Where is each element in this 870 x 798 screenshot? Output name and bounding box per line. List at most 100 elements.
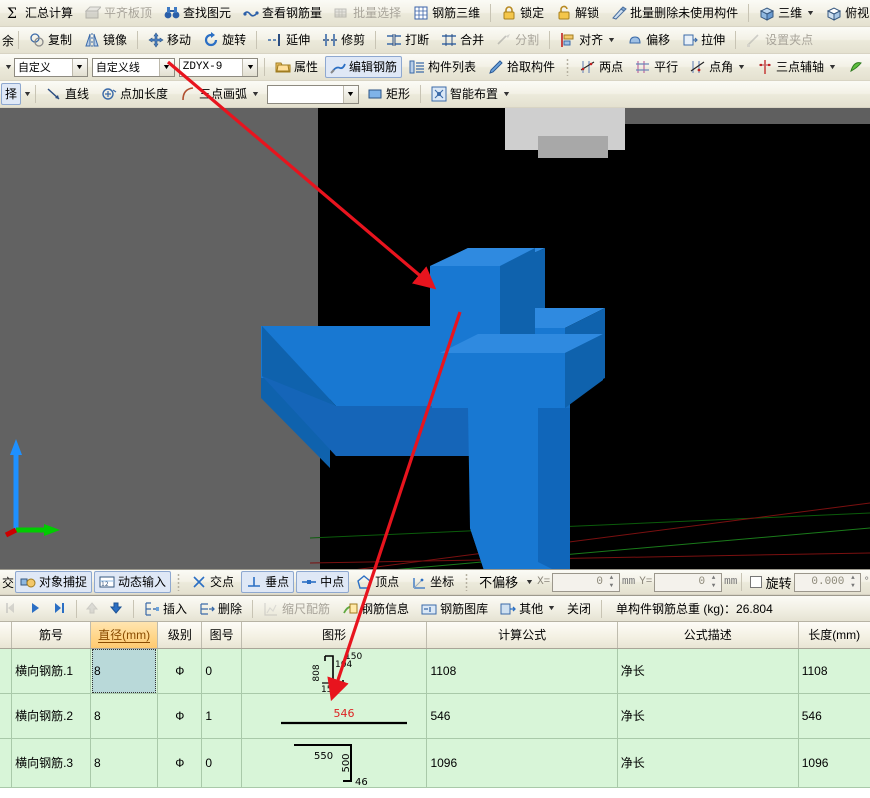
status-item-vertex[interactable]: 顶点 xyxy=(351,571,404,593)
toolbar-item-find-element[interactable]: 查找图元 xyxy=(159,2,236,24)
table-row[interactable]: 横向钢筋.2 8 Ф 1 546 546 净长 546 1 xyxy=(0,693,870,738)
cell-jibie[interactable]: Ф xyxy=(158,648,202,693)
toolbar-item-unlock[interactable]: 解锁 xyxy=(551,2,604,24)
toolbar-item-three-point-aux[interactable]: 三点辅轴 ▼ xyxy=(752,56,841,78)
toolbar-item-point-angle[interactable]: 点角 ▼ xyxy=(685,56,750,78)
status-item-intersection[interactable]: 交点 xyxy=(186,571,239,593)
draw-toolbar-left-partial[interactable]: 择 xyxy=(1,83,21,105)
status-item-midpoint[interactable]: 中点 xyxy=(296,571,349,593)
toolbar-item-rectangle[interactable]: 矩形 xyxy=(362,83,415,105)
rebar-library-button[interactable]: 钢筋图库 xyxy=(416,598,493,620)
status-item-coordinate[interactable]: 坐标 xyxy=(406,571,459,593)
offset-mode-label[interactable]: 不偏移 xyxy=(474,571,523,593)
move-up-button[interactable] xyxy=(82,598,104,620)
toolbar-item-merge[interactable]: 合并 xyxy=(436,29,489,51)
cell-jibie[interactable]: Ф xyxy=(158,738,202,787)
toolbar-item-point-plus-length[interactable]: 点加长度 xyxy=(96,83,173,105)
cell-shape-straight[interactable]: 546 xyxy=(241,693,427,738)
toolbar-item-top-view[interactable]: 俯视 ▼ xyxy=(821,2,870,24)
column-header-zhijing[interactable]: 直径(mm) xyxy=(90,622,157,648)
cell-changdu[interactable]: 1108 xyxy=(798,648,870,693)
y-coord-input[interactable]: 0 ▲▼ xyxy=(654,573,722,592)
cell-tuhao[interactable]: 0 xyxy=(202,648,241,693)
toolbar-item-align-slab-top[interactable]: 平齐板顶 xyxy=(80,2,157,24)
toolbar-item-trim[interactable]: 修剪 xyxy=(317,29,370,51)
chevron-down-icon[interactable]: ▼ xyxy=(4,64,13,71)
rotate-checkbox[interactable] xyxy=(750,576,761,588)
rebar-delete-button[interactable]: 删除 xyxy=(194,598,247,620)
chevron-down-icon[interactable]: ▼ xyxy=(607,37,616,44)
custom-line-combo[interactable]: 自定义线 ▼ xyxy=(92,58,175,77)
toolbar-item-two-point[interactable]: 两点 xyxy=(575,56,628,78)
toolbar-item-split[interactable]: 分割 xyxy=(491,29,544,51)
cell-jisuan[interactable]: 1096 xyxy=(427,738,617,787)
toolbar-item-three-point-arc[interactable]: 三点画弧 ▼ xyxy=(175,83,264,105)
table-row[interactable]: 横向钢筋.3 8 Ф 0 550 500 46 1096 xyxy=(0,738,870,787)
status-item-dynamic-input[interactable]: 12 动态输入 xyxy=(94,571,171,593)
cell-miaoshu[interactable]: 净长 xyxy=(617,738,798,787)
toolbar-item-lock[interactable]: 锁定 xyxy=(496,2,549,24)
nav-first-button[interactable] xyxy=(1,598,23,620)
status-item-object-snap[interactable]: 对象捕捉 xyxy=(15,571,92,593)
cell-zhijing[interactable]: 8 xyxy=(90,738,157,787)
chevron-down-icon[interactable]: ▼ xyxy=(23,91,32,98)
toolbar-item-properties[interactable]: 属性 xyxy=(270,56,323,78)
table-row[interactable]: 横向钢筋.1 8 Ф 0 808 104 xyxy=(0,648,870,693)
toolbar-item-batch-delete-unused[interactable]: 批量删除未使用构件 xyxy=(606,2,743,24)
toolbar-item-mirror[interactable]: 镜像 xyxy=(79,29,132,51)
cell-shape-l-bend[interactable]: 550 500 46 xyxy=(241,738,427,787)
column-header-miaoshu[interactable]: 公式描述 xyxy=(617,622,798,648)
cell-tuhao[interactable]: 0 xyxy=(202,738,241,787)
cell-jisuan[interactable]: 546 xyxy=(427,693,617,738)
rotate-input[interactable]: 0.000 ▲▼ xyxy=(794,573,862,592)
combo-dropdown-button[interactable]: ▼ xyxy=(72,59,87,76)
toolbar-item-set-grip[interactable]: 设置夹点 xyxy=(741,29,818,51)
chevron-down-icon[interactable]: ▼ xyxy=(547,605,556,612)
nav-play-button[interactable] xyxy=(25,598,47,620)
x-coord-input[interactable]: 0 ▲▼ xyxy=(552,573,620,592)
column-header-tuxing[interactable]: 图形 xyxy=(241,622,427,648)
column-header-changdu[interactable]: 长度(mm) xyxy=(798,622,870,648)
component-name-combo[interactable]: ZDYX-9 ▼ xyxy=(179,58,258,77)
cell-jinhao[interactable]: 横向钢筋.1 xyxy=(12,648,91,693)
toolbar-item-break[interactable]: 打断 xyxy=(381,29,434,51)
combo-dropdown-button[interactable]: ▼ xyxy=(343,86,358,103)
toolbar-item-summary-calc[interactable]: Σ 汇总计算 xyxy=(1,2,78,24)
column-header-tuhao[interactable]: 图号 xyxy=(202,622,241,648)
rebar-insert-button[interactable]: 插入 xyxy=(139,598,192,620)
toolbar-item-3d-view[interactable]: 三维 ▼ xyxy=(754,2,819,24)
rebar-close-button[interactable]: 关闭 xyxy=(562,598,596,620)
cell-jinhao[interactable]: 横向钢筋.2 xyxy=(12,693,91,738)
toolbar-item-parallel[interactable]: 平行 xyxy=(630,56,683,78)
cell-jinhao[interactable]: 横向钢筋.3 xyxy=(12,738,91,787)
combo-dropdown-button[interactable]: ▼ xyxy=(242,59,257,76)
cell-tuhao[interactable]: 1 xyxy=(202,693,241,738)
x-spinner[interactable]: ▲▼ xyxy=(606,574,617,590)
toolbar-item-copy[interactable]: 复制 xyxy=(24,29,77,51)
move-down-button[interactable] xyxy=(106,598,128,620)
toolbar-item-offset[interactable]: 偏移 xyxy=(622,29,675,51)
rebar-table[interactable]: 筋号 直径(mm) 级别 图号 图形 计算公式 公式描述 长度(mm) 根数 搭… xyxy=(0,622,870,798)
cell-miaoshu[interactable]: 净长 xyxy=(617,648,798,693)
row-selector[interactable] xyxy=(0,693,12,738)
cell-jisuan[interactable]: 1108 xyxy=(427,648,617,693)
toolbar-item-move[interactable]: 移动 xyxy=(143,29,196,51)
toolbar-item-edit-rebar[interactable]: 编辑钢筋 xyxy=(325,56,402,78)
column-header-jisuan[interactable]: 计算公式 xyxy=(427,622,617,648)
rebar-info-button[interactable]: 钢筋信息 xyxy=(337,598,414,620)
chevron-down-icon[interactable]: ▼ xyxy=(525,579,534,586)
status-item-perpendicular[interactable]: 垂点 xyxy=(241,571,294,593)
combo-dropdown-button[interactable]: ▼ xyxy=(159,59,174,76)
row-selector[interactable] xyxy=(0,648,12,693)
chevron-down-icon[interactable]: ▼ xyxy=(737,64,746,71)
row-selector[interactable] xyxy=(0,738,12,787)
toolbar-item-pick-component[interactable]: 拾取构件 xyxy=(483,56,560,78)
model-3d-viewport[interactable] xyxy=(0,108,870,569)
cell-jibie[interactable]: Ф xyxy=(158,693,202,738)
rebar-scale-button[interactable]: 缩尺配筋 xyxy=(258,598,335,620)
chevron-down-icon[interactable]: ▼ xyxy=(828,64,837,71)
toolbar-item-smart-layout[interactable]: 智能布置 ▼ xyxy=(426,83,515,105)
toolbar-item-extra-dynamic[interactable] xyxy=(843,56,869,78)
cell-changdu[interactable]: 546 xyxy=(798,693,870,738)
nav-last-button[interactable] xyxy=(49,598,71,620)
